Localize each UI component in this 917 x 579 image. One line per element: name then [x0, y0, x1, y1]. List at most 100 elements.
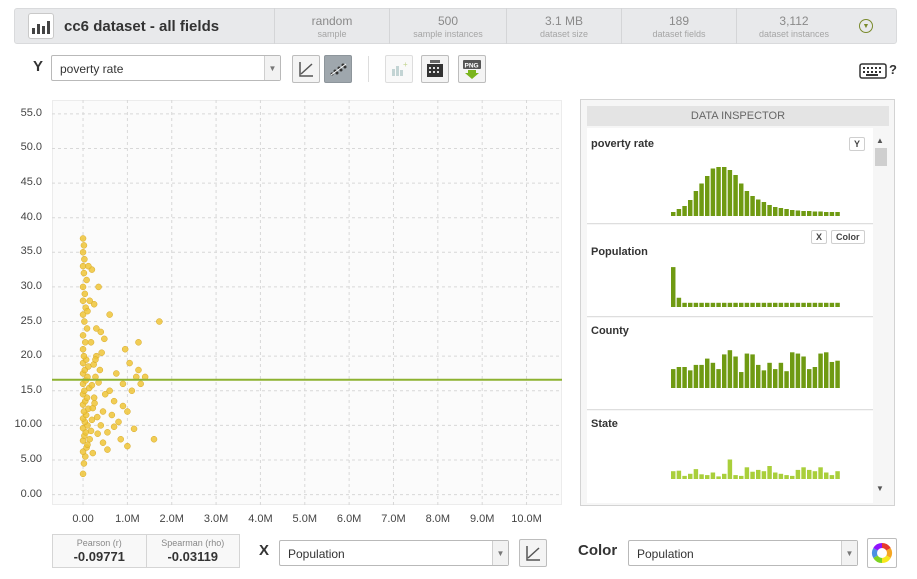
- histogram-bar: [778, 473, 784, 479]
- x-badge[interactable]: X: [811, 230, 828, 244]
- y-tick-label: 5.00: [20, 453, 42, 465]
- svg-text:+: +: [403, 60, 408, 69]
- histogram-bar: [829, 212, 835, 216]
- histogram-bar: [671, 369, 676, 388]
- keyboard-help-mark[interactable]: ?: [889, 62, 897, 77]
- histogram-bar: [790, 302, 795, 307]
- dataset-title: cc6 dataset - all fields: [64, 17, 220, 35]
- histogram-bar: [671, 212, 676, 216]
- histogram-bar: [824, 352, 829, 388]
- color-label: Color: [578, 542, 618, 559]
- county-histogram: [671, 350, 840, 388]
- histogram-bar: [812, 302, 818, 307]
- data-table-button[interactable]: [421, 55, 449, 83]
- histogram-bar: [705, 475, 710, 479]
- y-tick-label: 20.0: [20, 349, 42, 362]
- color-badge[interactable]: Color: [831, 230, 865, 244]
- histogram-bar: [744, 467, 750, 479]
- histogram-bar: [756, 469, 761, 479]
- pearson-cell: Pearson (r) -0.09771: [53, 535, 146, 567]
- toolbar-divider: [368, 56, 369, 82]
- histogram-bar: [829, 302, 835, 307]
- scroll-up-icon[interactable]: ▲: [876, 136, 884, 145]
- chevron-down-icon[interactable]: ▼: [264, 56, 280, 80]
- scroll-down-icon[interactable]: ▼: [876, 484, 884, 493]
- histogram-bar: [722, 302, 727, 307]
- x-tick-label: 5.0M: [292, 513, 318, 525]
- histogram-bar: [722, 473, 727, 479]
- bar-chart-plus-icon: +: [392, 60, 408, 76]
- scatter-icon: [330, 63, 347, 76]
- histogram-bar: [790, 475, 795, 479]
- histogram-bar: [733, 356, 738, 388]
- chevron-down-icon[interactable]: ▼: [841, 541, 857, 565]
- histogram-bar: [739, 183, 744, 216]
- histogram-bar: [812, 211, 818, 216]
- x-field-select[interactable]: Population ▼: [279, 540, 509, 566]
- scrollbar-thumb[interactable]: [875, 148, 887, 166]
- field-name: Population: [591, 246, 648, 258]
- inspector-field-county[interactable]: County: [587, 318, 873, 410]
- inspector-field-poverty-rate[interactable]: poverty rate Y: [587, 128, 873, 224]
- histogram-bar: [835, 302, 840, 307]
- add-chart-button[interactable]: +: [385, 55, 413, 83]
- histogram-bar: [824, 472, 829, 479]
- histogram-bar: [727, 170, 733, 216]
- histogram-bar: [682, 302, 687, 307]
- x-axis-mode-button[interactable]: [519, 539, 547, 567]
- population-histogram: [671, 267, 840, 307]
- histogram-bar: [716, 476, 721, 479]
- histogram-bar: [733, 302, 738, 307]
- histogram-bar: [710, 168, 716, 216]
- histogram-bar: [682, 367, 687, 388]
- histogram-bar: [824, 302, 829, 307]
- histogram-bar: [699, 302, 704, 307]
- histogram-bar: [761, 202, 767, 216]
- scatter-mode-button[interactable]: [324, 55, 352, 83]
- line-chart-mode-button[interactable]: [292, 55, 320, 83]
- x-tick-label: 9.0M: [469, 513, 495, 525]
- histogram-bar: [795, 210, 801, 216]
- histogram-bar: [829, 475, 835, 479]
- histogram-bar: [790, 352, 795, 388]
- histogram-bar: [693, 191, 699, 216]
- histogram-bar: [778, 208, 784, 216]
- y-field-select[interactable]: poverty rate ▼: [51, 55, 281, 81]
- histogram-bar: [784, 209, 789, 216]
- histogram-bar: [705, 302, 710, 307]
- histogram-bar: [824, 212, 829, 216]
- scatter-plot-area[interactable]: [52, 100, 562, 505]
- histogram-bar: [807, 302, 812, 307]
- inspector-field-population[interactable]: X Color Population: [587, 225, 873, 317]
- histogram-bar: [750, 471, 755, 479]
- histogram-bar: [671, 267, 676, 307]
- histogram-bar: [756, 302, 761, 307]
- y-tick-label: 0.00: [20, 487, 42, 500]
- y-badge[interactable]: Y: [849, 137, 866, 151]
- histogram-bar: [693, 302, 699, 307]
- y-tick-label: 25.0: [20, 314, 42, 327]
- inspector-scrollbar[interactable]: ▲ ▼: [873, 134, 889, 502]
- histogram-bar: [835, 471, 840, 479]
- histogram-bar: [739, 372, 744, 388]
- histogram-bar: [710, 362, 716, 388]
- y-field-value: poverty rate: [60, 62, 124, 76]
- inspector-field-state[interactable]: State: [587, 411, 873, 503]
- keyboard-shortcuts-icon[interactable]: [859, 61, 889, 86]
- y-tick-label: 10.00: [14, 418, 42, 431]
- color-palette-button[interactable]: [867, 538, 897, 568]
- x-tick-label: 10.0M: [511, 513, 542, 525]
- x-tick-label: 7.0M: [381, 513, 406, 525]
- histogram-bar: [818, 302, 823, 307]
- histogram-bar: [688, 370, 693, 388]
- export-png-button[interactable]: PNG: [458, 55, 486, 83]
- histogram-bar: [744, 302, 750, 307]
- chevron-down-icon[interactable]: ▼: [492, 541, 508, 565]
- histogram-bar: [818, 467, 823, 479]
- dataset-size-stat: 3.1 MB dataset size: [506, 8, 621, 44]
- y-tick-label: 15.0: [20, 383, 42, 396]
- spearman-cell: Spearman (rho) -0.03119: [145, 535, 240, 567]
- chevron-down-icon[interactable]: ▼: [859, 19, 873, 33]
- dataset-fields-stat: 189 dataset fields: [621, 8, 736, 44]
- color-field-select[interactable]: Population ▼: [628, 540, 858, 566]
